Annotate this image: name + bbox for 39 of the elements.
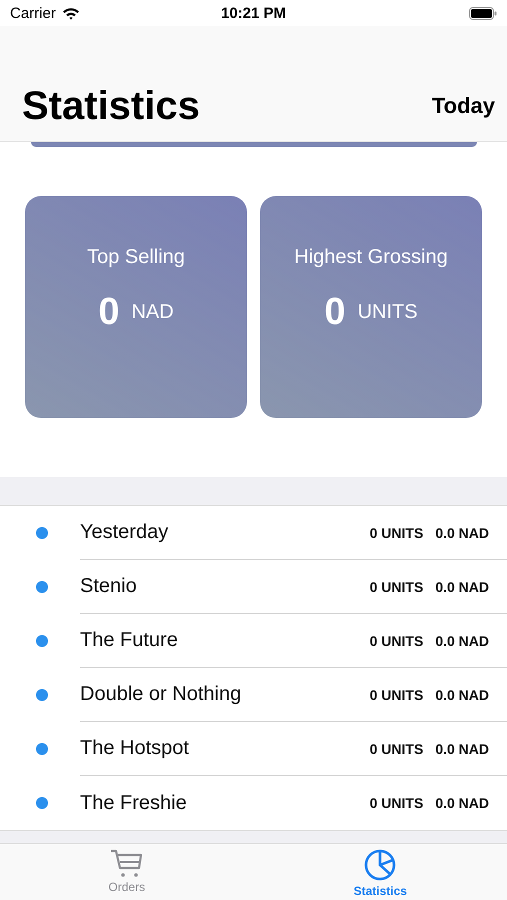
pie-chart-icon	[363, 848, 398, 882]
row-amount: 0.0 NAD	[435, 524, 489, 540]
status-dot	[36, 743, 48, 755]
row-amount: 0.0 NAD	[435, 795, 489, 811]
status-dot	[36, 527, 48, 539]
row-units: 0 UNITS	[370, 578, 424, 594]
card-unit: UNITS	[358, 301, 418, 324]
row-amount: 0.0 NAD	[435, 578, 489, 594]
row-units: 0 UNITS	[370, 524, 424, 540]
status-dot	[36, 689, 48, 701]
cart-icon	[108, 848, 145, 878]
row-name: Double or Nothing	[80, 683, 242, 706]
row-name: The Hotspot	[80, 737, 190, 760]
row-name: Yesterday	[80, 521, 170, 544]
page-title: Statistics	[22, 84, 200, 129]
status-dot	[36, 635, 48, 647]
row-amount: 0.0 NAD	[435, 632, 489, 648]
status-dot	[36, 581, 48, 593]
row-units: 0 UNITS	[370, 740, 424, 756]
row-name: The Future	[80, 629, 179, 652]
row-amount: 0.0 NAD	[435, 740, 489, 756]
card-unit: NAD	[131, 301, 174, 324]
row-amount: 0.0 NAD	[435, 686, 489, 702]
card-value: 0	[324, 291, 346, 334]
row-name: The Freshie	[80, 792, 188, 814]
tab-item[interactable]: Statistics	[254, 844, 507, 900]
card-title: Highest Grossing	[294, 246, 448, 269]
carrier-label: Carrier	[10, 4, 56, 22]
row-units: 0 UNITS	[370, 632, 424, 648]
row-units: 0 UNITS	[370, 795, 424, 811]
card-title: Top Selling	[87, 246, 185, 269]
wifi-icon	[62, 6, 80, 20]
status-dot	[36, 797, 48, 809]
today-button[interactable]: Today	[432, 93, 495, 129]
row-units: 0 UNITS	[370, 686, 424, 702]
row-name: Stenio	[80, 575, 138, 598]
battery-icon	[469, 6, 497, 20]
status-time: 10:21 PM	[220, 4, 286, 22]
card-value: 0	[98, 291, 120, 334]
